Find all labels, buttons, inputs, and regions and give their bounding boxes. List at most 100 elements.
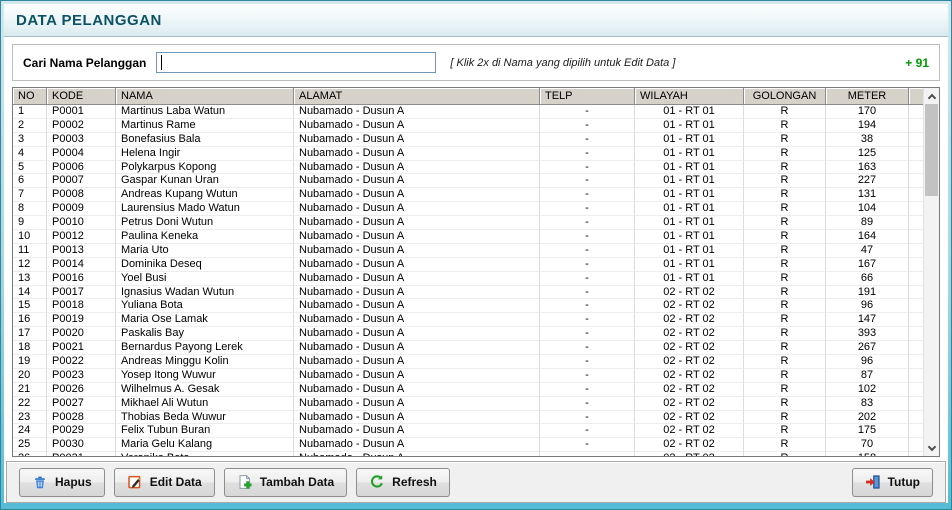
table-cell: R	[744, 341, 826, 355]
tutup-button[interactable]: Tutup	[852, 468, 933, 497]
table-cell: Nubamado - Dusun A	[294, 369, 540, 383]
table-cell-filler	[909, 355, 923, 369]
table-cell: Andreas Minggu Kolin	[116, 355, 294, 369]
column-header-wilayah[interactable]: WILAYAH	[635, 88, 744, 105]
table-row[interactable]: 14P0017Ignasius Wadan WutunNubamado - Du…	[13, 286, 923, 300]
search-input[interactable]	[156, 52, 436, 73]
table-cell: Nubamado - Dusun A	[294, 188, 540, 202]
table-row[interactable]: 16P0019Maria Ose LamakNubamado - Dusun A…	[13, 313, 923, 327]
table-row[interactable]: 21P0026Wilhelmus A. GesakNubamado - Dusu…	[13, 383, 923, 397]
table-cell: 96	[826, 355, 909, 369]
table-cell: -	[540, 355, 635, 369]
window-content: DATA PELANGGAN Cari Nama Pelanggan [ Kli…	[4, 4, 948, 503]
customer-grid: NOKODENAMAALAMATTELPWILAYAHGOLONGANMETER…	[12, 87, 940, 457]
refresh-button[interactable]: Refresh	[356, 468, 450, 497]
table-cell: 01 - RT 01	[635, 244, 744, 258]
table-row[interactable]: 4P0004Helena IngirNubamado - Dusun A-01 …	[13, 147, 923, 161]
table-cell: 102	[826, 383, 909, 397]
table-cell-filler	[909, 299, 923, 313]
table-cell: 02 - RT 02	[635, 411, 744, 425]
hapus-button-label: Hapus	[55, 475, 92, 489]
table-cell: P0030	[47, 438, 116, 452]
table-cell: P0026	[47, 383, 116, 397]
column-header-telp[interactable]: TELP	[540, 88, 635, 105]
table-cell: 25	[13, 438, 47, 452]
scroll-up-button[interactable]	[924, 88, 939, 103]
table-cell: 158	[826, 452, 909, 456]
column-header-meter[interactable]: METER	[826, 88, 909, 105]
table-cell: 11	[13, 244, 47, 258]
table-cell: Yuliana Bota	[116, 299, 294, 313]
table-cell: Nubamado - Dusun A	[294, 216, 540, 230]
table-cell: Nubamado - Dusun A	[294, 286, 540, 300]
scroll-down-button[interactable]	[924, 441, 939, 456]
table-cell: 393	[826, 327, 909, 341]
table-row[interactable]: 5P0006Polykarpus KopongNubamado - Dusun …	[13, 161, 923, 175]
table-row[interactable]: 2P0002Martinus RameNubamado - Dusun A-01…	[13, 119, 923, 133]
column-header-nama[interactable]: NAMA	[116, 88, 294, 105]
vertical-scrollbar[interactable]	[923, 88, 939, 456]
table-row[interactable]: 6P0007Gaspar Kunan UranNubamado - Dusun …	[13, 174, 923, 188]
table-cell: P0012	[47, 230, 116, 244]
table-cell: P0013	[47, 244, 116, 258]
table-cell: P0016	[47, 272, 116, 286]
table-row[interactable]: 3P0003Bonefasius BalaNubamado - Dusun A-…	[13, 133, 923, 147]
table-cell: Nubamado - Dusun A	[294, 452, 540, 456]
hapus-button[interactable]: Hapus	[19, 468, 105, 497]
table-row[interactable]: 19P0022Andreas Minggu KolinNubamado - Du…	[13, 355, 923, 369]
table-cell: -	[540, 133, 635, 147]
table-cell: P0029	[47, 424, 116, 438]
table-cell-filler	[909, 383, 923, 397]
table-row[interactable]: 20P0023Yosep Itong WuwurNubamado - Dusun…	[13, 369, 923, 383]
table-row[interactable]: 13P0016Yoel BusiNubamado - Dusun A-01 - …	[13, 272, 923, 286]
edit-hint-text: [ Klik 2x di Nama yang dipilih untuk Edi…	[450, 57, 675, 69]
table-cell: P0018	[47, 299, 116, 313]
table-row[interactable]: 25P0030Maria Gelu KalangNubamado - Dusun…	[13, 438, 923, 452]
scrollbar-thumb[interactable]	[925, 104, 938, 196]
table-row[interactable]: 26P0031Veronika BotaNubamado - Dusun A-0…	[13, 452, 923, 456]
table-row[interactable]: 22P0027Mikhael Ali WutunNubamado - Dusun…	[13, 397, 923, 411]
table-row[interactable]: 1P0001Martinus Laba WatunNubamado - Dusu…	[13, 105, 923, 119]
table-cell: 02 - RT 02	[635, 341, 744, 355]
table-cell: 19	[13, 355, 47, 369]
table-cell: 89	[826, 216, 909, 230]
table-cell: Martinus Laba Watun	[116, 105, 294, 119]
table-cell: P0010	[47, 216, 116, 230]
table-row[interactable]: 18P0021Bernardus Payong LerekNubamado - …	[13, 341, 923, 355]
column-header-no[interactable]: NO	[13, 88, 47, 105]
column-header-kode[interactable]: KODE	[47, 88, 116, 105]
table-row[interactable]: 15P0018Yuliana BotaNubamado - Dusun A-02…	[13, 299, 923, 313]
table-row[interactable]: 12P0014Dominika DeseqNubamado - Dusun A-…	[13, 258, 923, 272]
table-row[interactable]: 8P0009Laurensius Mado WatunNubamado - Du…	[13, 202, 923, 216]
table-cell: 26	[13, 452, 47, 456]
table-cell: Maria Uto	[116, 244, 294, 258]
table-cell: -	[540, 286, 635, 300]
table-cell: -	[540, 424, 635, 438]
table-cell: 194	[826, 119, 909, 133]
table-cell-filler	[909, 327, 923, 341]
table-row[interactable]: 23P0028Thobias Beda WuwurNubamado - Dusu…	[13, 411, 923, 425]
table-cell: Nubamado - Dusun A	[294, 424, 540, 438]
table-cell: 9	[13, 216, 47, 230]
tambah-data-button[interactable]: Tambah Data	[224, 468, 347, 497]
table-row[interactable]: 10P0012Paulina KenekaNubamado - Dusun A-…	[13, 230, 923, 244]
column-header-alamat[interactable]: ALAMAT	[294, 88, 540, 105]
edit-data-button[interactable]: Edit Data	[114, 468, 215, 497]
table-row[interactable]: 7P0008Andreas Kupang WutunNubamado - Dus…	[13, 188, 923, 202]
table-cell: P0004	[47, 147, 116, 161]
table-cell: 12	[13, 258, 47, 272]
table-cell: 2	[13, 119, 47, 133]
table-cell: Nubamado - Dusun A	[294, 119, 540, 133]
table-row[interactable]: 11P0013Maria UtoNubamado - Dusun A-01 - …	[13, 244, 923, 258]
table-row[interactable]: 24P0029Felix Tubun BuranNubamado - Dusun…	[13, 424, 923, 438]
table-row[interactable]: 9P0010Petrus Doni WutunNubamado - Dusun …	[13, 216, 923, 230]
tutup-button-label: Tutup	[888, 475, 920, 489]
titlebar: DATA PELANGGAN	[4, 4, 948, 37]
table-row[interactable]: 17P0020Paskalis BayNubamado - Dusun A-02…	[13, 327, 923, 341]
table-cell: 02 - RT 02	[635, 452, 744, 456]
table-cell: Maria Gelu Kalang	[116, 438, 294, 452]
column-header-golongan[interactable]: GOLONGAN	[744, 88, 826, 105]
table-cell-filler	[909, 272, 923, 286]
table-cell: Nubamado - Dusun A	[294, 299, 540, 313]
table-cell: Nubamado - Dusun A	[294, 174, 540, 188]
